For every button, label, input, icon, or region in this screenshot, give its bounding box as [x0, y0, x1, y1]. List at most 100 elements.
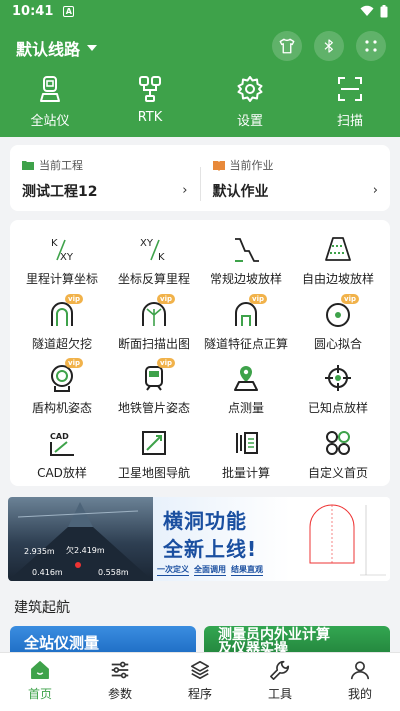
nav-rtk[interactable]: RTK [100, 74, 200, 129]
wrench-icon [270, 660, 290, 680]
tab-profile[interactable]: 我的 [320, 653, 400, 711]
vip-badge: vip [341, 293, 359, 304]
tab-label: 工具 [267, 687, 292, 701]
vip-badge: vip [157, 293, 175, 304]
promo-card-office-calc[interactable]: 测量员内外业计算 及仪器实操 [204, 626, 390, 654]
banner-tag: 一次定义 [157, 565, 189, 576]
promo-banner[interactable]: 2.935m 欠2.419m 0.416m 0.558m 横洞功能 全新上线! … [8, 497, 390, 581]
fn-cad-stakeout[interactable]: CAD CAD放样 [16, 422, 108, 486]
circle-fit-icon: vip [323, 293, 359, 329]
route-selector[interactable]: 默认线路 [16, 36, 98, 60]
free-slope-icon [323, 234, 353, 264]
slope-icon [231, 234, 261, 264]
fn-label: 盾构机姿态 [31, 401, 92, 415]
nav-label: RTK [137, 110, 163, 125]
nav-settings[interactable]: 设置 [200, 74, 300, 129]
more-button[interactable] [356, 31, 386, 61]
batch-icon [231, 428, 261, 458]
fn-satellite-nav[interactable]: 卫星地图导航 [108, 422, 200, 486]
bottom-nav: 首页 参数 程序 工具 我的 [0, 652, 400, 711]
fn-tunnel-overbreak[interactable]: vip 隧道超欠挖 [16, 293, 108, 357]
nav-label: 设置 [236, 114, 263, 129]
fn-label: 隧道特征点正算 [203, 336, 288, 351]
svg-text:CAD: CAD [50, 432, 69, 441]
banner-readout: 欠2.419m [66, 546, 105, 555]
current-project-value: 测试工程12 [22, 184, 98, 200]
banner-readout: 0.416m [32, 568, 63, 577]
tab-label: 程序 [187, 687, 212, 701]
chevron-right-icon: › [372, 183, 378, 198]
tshirt-button[interactable] [272, 31, 302, 61]
fn-coord-to-mileage[interactable]: XY K 坐标反算里程 [108, 228, 200, 292]
current-project[interactable]: 当前工程 测试工程12 › [10, 145, 200, 211]
fn-label: 里程计算坐标 [25, 272, 98, 286]
current-project-label: 当前工程 [39, 159, 83, 172]
svg-text:XY: XY [140, 238, 154, 249]
fn-custom-home[interactable]: 自定义首页 [292, 422, 384, 486]
subway-train-icon: vip [139, 358, 175, 393]
tab-home[interactable]: 首页 [0, 653, 80, 711]
fn-label: 自定义首页 [307, 465, 368, 480]
tab-label: 参数 [107, 687, 132, 701]
tab-programs[interactable]: 程序 [160, 653, 240, 711]
current-job-value: 默认作业 [212, 184, 269, 200]
tab-tools[interactable]: 工具 [240, 653, 320, 711]
chevron-right-icon: › [182, 183, 188, 198]
bluetooth-icon [324, 39, 333, 53]
fn-label: 已知点放样 [307, 401, 368, 415]
status-time: 10:41 [12, 3, 54, 19]
svg-text:XY: XY [60, 252, 74, 263]
fn-label: 隧道超欠挖 [31, 336, 92, 351]
nav-total-station[interactable]: 全站仪 [0, 74, 100, 129]
shield-machine-icon: vip [47, 358, 83, 393]
route-title: 默认线路 [16, 40, 81, 59]
fn-tunnel-feature[interactable]: vip 隧道特征点正算 [200, 293, 292, 357]
fn-label: 地铁管片姿态 [117, 401, 190, 415]
grid-dots-icon [365, 40, 377, 52]
fn-known-point-stakeout[interactable]: 已知点放样 [292, 357, 384, 421]
function-grid: K XY 里程计算坐标 XY K 坐标反算里程 常规边坡放样 自由边坡放样 vip … [10, 220, 390, 486]
banner-text-area: 横洞功能 全新上线! 一次定义 全面调用 结果直观 [153, 497, 290, 581]
fn-label: 自由边坡放样 [301, 272, 374, 286]
promo-card-total-station[interactable]: 全站仪测量 [10, 626, 196, 654]
fn-mileage-to-coord[interactable]: K XY 里程计算坐标 [16, 228, 108, 292]
banner-readout: 2.935m [24, 547, 55, 556]
tab-params[interactable]: 参数 [80, 653, 160, 711]
custom-grid-icon [323, 428, 353, 458]
user-icon [350, 661, 370, 680]
notification-badge-icon: A [63, 5, 75, 17]
fn-section-scan[interactable]: vip 断面扫描出图 [108, 293, 200, 357]
fn-batch-calc[interactable]: 批量计算 [200, 422, 292, 486]
cad-icon: CAD [47, 428, 77, 458]
sliders-icon [111, 661, 129, 679]
tunnel-feature-icon: vip [231, 293, 267, 329]
fn-point-measure[interactable]: 点测量 [200, 357, 292, 421]
xy-k-icon: XY K [139, 234, 169, 264]
section-scan-icon: vip [139, 293, 175, 329]
status-bar: 10:41 A [0, 0, 400, 22]
bluetooth-button[interactable] [314, 31, 344, 61]
folder-icon [22, 161, 34, 170]
project-card: 当前工程 测试工程12 › 当前作业 默认作业 › [10, 145, 390, 211]
tab-label: 首页 [27, 687, 52, 701]
fn-regular-slope[interactable]: 常规边坡放样 [200, 228, 292, 292]
banner-title-line2: 全新上线! [163, 537, 258, 561]
rtk-icon [139, 76, 161, 102]
fn-free-slope[interactable]: 自由边坡放样 [292, 228, 384, 292]
fn-subway-segment[interactable]: vip 地铁管片姿态 [108, 357, 200, 421]
banner-section-drawing [290, 497, 390, 581]
layers-icon [190, 660, 210, 680]
fn-label: 卫星地图导航 [117, 465, 190, 480]
current-job[interactable]: 当前作业 默认作业 › [201, 145, 391, 211]
battery-icon [380, 4, 388, 17]
map-navigation-icon [139, 428, 169, 458]
fn-label: 圆心拟合 [313, 336, 362, 351]
nav-scan[interactable]: 扫描 [300, 74, 400, 129]
vip-badge: vip [65, 358, 83, 368]
svg-text:K: K [51, 238, 58, 249]
fn-circle-fit[interactable]: vip 圆心拟合 [292, 293, 384, 357]
fn-shield-attitude[interactable]: vip 盾构机姿态 [16, 357, 108, 421]
fn-label: CAD放样 [37, 465, 87, 480]
banner-tags: 一次定义 全面调用 结果直观 [157, 564, 263, 576]
svg-text:K: K [158, 252, 165, 263]
